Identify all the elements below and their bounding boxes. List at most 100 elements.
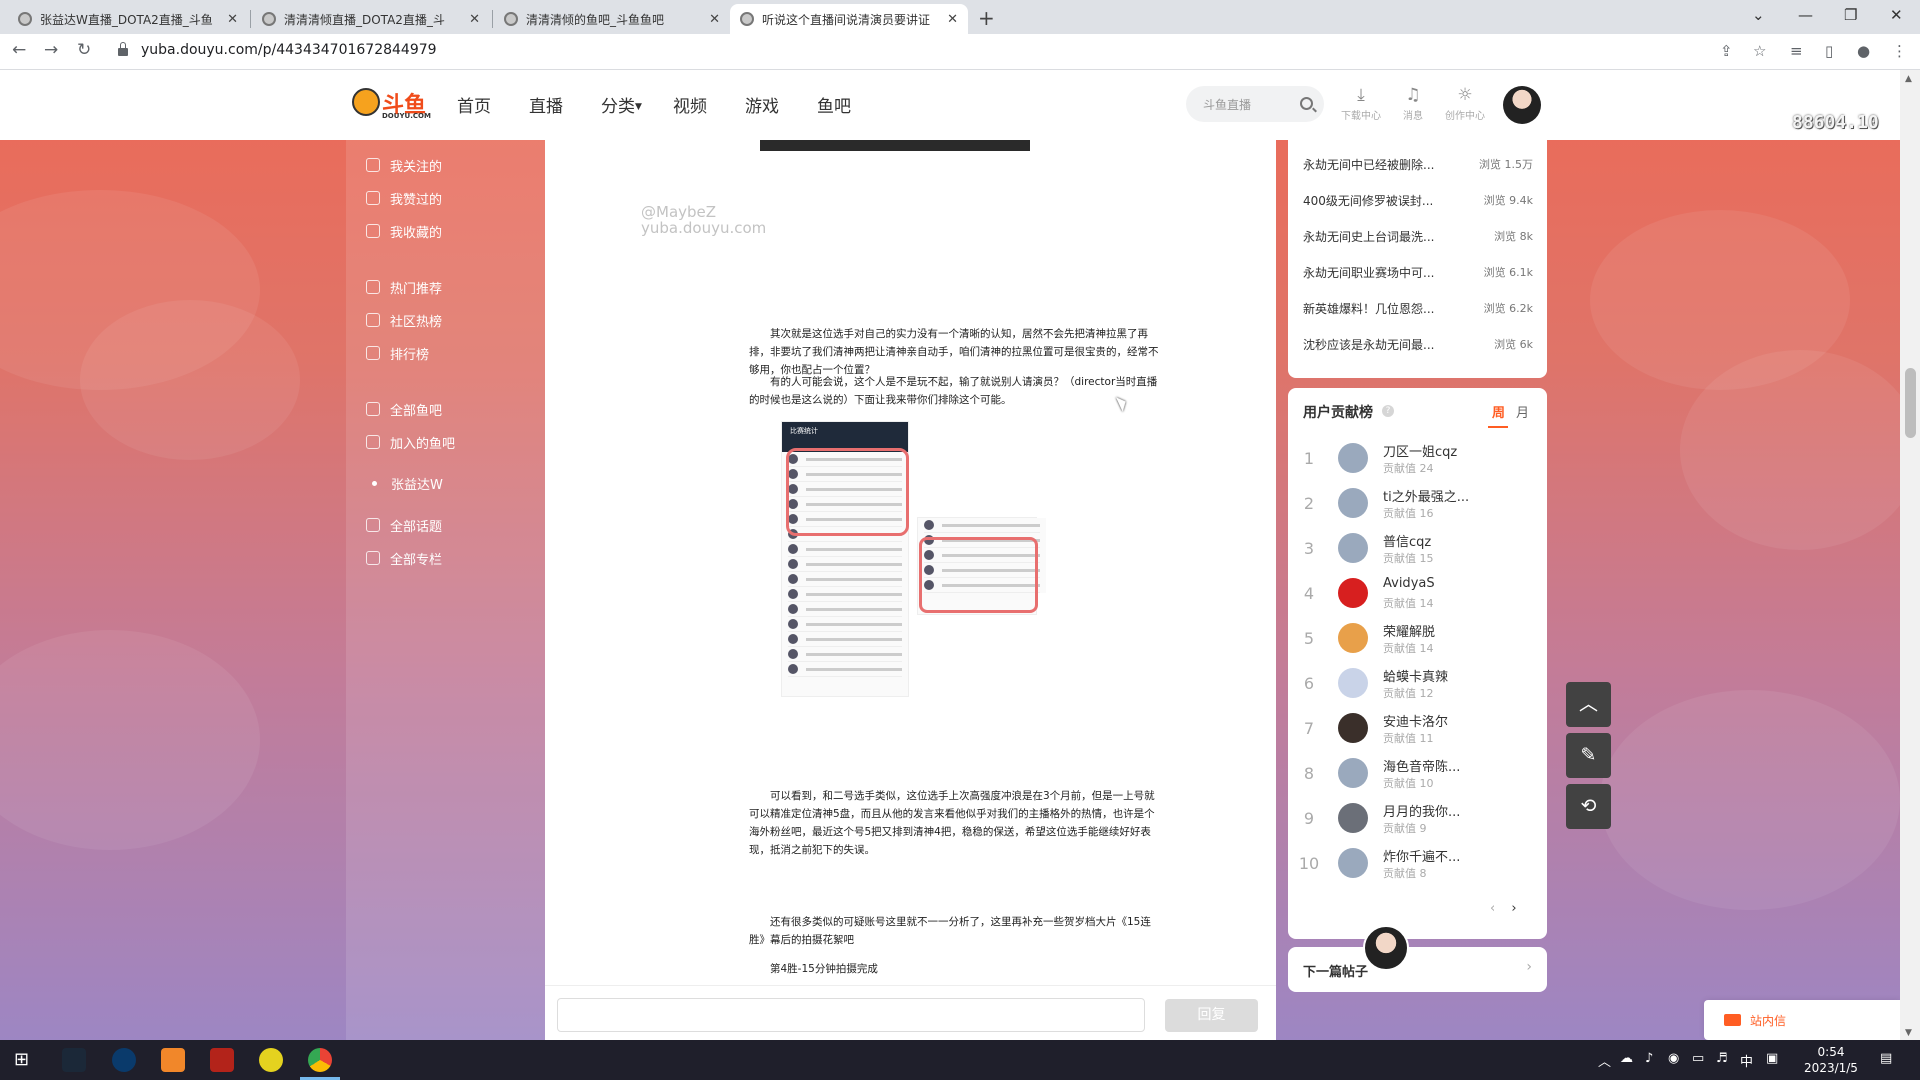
contributor-avatar[interactable] (1338, 488, 1368, 518)
contributor-avatar[interactable] (1338, 668, 1368, 698)
tab-month[interactable]: 月 (1516, 402, 1529, 421)
close-icon[interactable]: ✕ (947, 12, 958, 27)
new-tab-icon[interactable]: + (978, 6, 995, 30)
nav-live[interactable]: 直播 (529, 92, 563, 117)
tab-search-icon[interactable]: ⌄ (1752, 6, 1765, 24)
yuba-avatar[interactable] (1363, 925, 1409, 971)
user-avatar[interactable] (1503, 86, 1541, 124)
sidebar-item-hot[interactable]: 热门推荐 (366, 277, 442, 297)
reading-list-icon[interactable]: ≡ (1790, 42, 1803, 60)
back-to-top-button[interactable]: ︿ (1566, 682, 1611, 727)
site-message-button[interactable]: 站内信 (1704, 1000, 1900, 1040)
contributor-name[interactable]: 海色音帝陈... (1383, 756, 1460, 775)
browser-tab-1[interactable]: 张益达W直播_DOTA2直播_斗鱼 ✕ (8, 4, 248, 34)
contributor-name[interactable]: 安迪卡洛尔 (1383, 711, 1448, 730)
sidebar-item-leaderboard[interactable]: 排行榜 (366, 343, 429, 363)
hot-post-item[interactable]: 永劫无间中已经被删除... 浏览 1.5万 (1303, 156, 1533, 176)
hot-post-item[interactable]: 永劫无间职业赛场中可... 浏览 6.1k (1303, 264, 1533, 284)
sidebar-item-all-yuba[interactable]: 全部鱼吧 (366, 399, 442, 419)
hot-post-item[interactable]: 400级无间修罗被误封... 浏览 9.4k (1303, 192, 1533, 212)
contribution-row[interactable]: 4 AvidyaS 贡献值 14 (1298, 573, 1528, 617)
share-button[interactable]: ⟲ (1566, 784, 1611, 829)
contributor-name[interactable]: 蛤蟆卡真辣 (1383, 666, 1448, 685)
steam-icon[interactable] (62, 1048, 86, 1072)
contributor-avatar[interactable] (1338, 443, 1368, 473)
contribution-row[interactable]: 2 ti之外最强之... 贡献值 16 (1298, 483, 1528, 527)
back-icon[interactable]: ← (12, 40, 26, 60)
sidebar-item-following[interactable]: 我关注的 (366, 155, 442, 175)
contributor-avatar[interactable] (1338, 623, 1368, 653)
douyu-logo[interactable]: 斗鱼 DOUYU.COM (352, 86, 431, 122)
browser-tab-4-active[interactable]: 听说这个直播间说清演员要讲证 ✕ (730, 4, 968, 34)
contribution-row[interactable]: 5 荣耀解脱 贡献值 14 (1298, 618, 1528, 662)
creator-center[interactable]: ☼ 创作中心 (1443, 86, 1487, 122)
browser-tab-2[interactable]: 清清清倾直播_DOTA2直播_斗 ✕ (252, 4, 490, 34)
prev-page-icon[interactable]: ‹ (1490, 901, 1495, 916)
chrome-icon[interactable] (308, 1048, 332, 1072)
contribution-row[interactable]: 3 普信cqz 贡献值 15 (1298, 528, 1528, 572)
url-field[interactable]: yuba.douyu.com/p/443434701672844979 (141, 42, 437, 58)
system-clock[interactable]: 0:54 2023/1/5 (1802, 1044, 1860, 1076)
microphone-icon[interactable]: ♪ (1645, 1051, 1653, 1066)
contributor-avatar[interactable] (1338, 533, 1368, 563)
contribution-row[interactable]: 9 月月的我你... 贡献值 9 (1298, 798, 1528, 842)
page-scrollbar[interactable] (1900, 70, 1920, 1040)
close-icon[interactable]: ✕ (709, 12, 720, 27)
ime-indicator[interactable]: 中 (1740, 1051, 1753, 1070)
next-page-icon[interactable]: › (1511, 901, 1516, 916)
restore-icon[interactable]: ❐ (1844, 6, 1857, 24)
scroll-up-arrow-icon[interactable]: ▲ (1905, 74, 1912, 84)
contributor-name[interactable]: 荣耀解脱 (1383, 621, 1435, 640)
contributor-name[interactable]: 刀区一姐cqz (1383, 441, 1457, 460)
contribution-row[interactable]: 6 蛤蟆卡真辣 贡献值 12 (1298, 663, 1528, 707)
ime-app-icon[interactable]: ▣ (1766, 1051, 1778, 1066)
contributor-avatar[interactable] (1338, 713, 1368, 743)
download-center[interactable]: ⤓ 下载中心 (1339, 86, 1383, 122)
side-panel-icon[interactable]: ▯ (1825, 42, 1833, 60)
douyu-app-icon[interactable] (161, 1048, 185, 1072)
reload-icon[interactable]: ↻ (77, 40, 91, 60)
nav-yuba[interactable]: 鱼吧 (817, 92, 851, 117)
show-hidden-icons-icon[interactable]: ︿ (1598, 1051, 1611, 1070)
scroll-down-arrow-icon[interactable]: ▼ (1905, 1028, 1912, 1038)
messages[interactable]: ♫ 消息 (1391, 86, 1435, 122)
bookmark-star-icon[interactable]: ☆ (1753, 42, 1766, 60)
contributor-name[interactable]: AvidyaS (1383, 576, 1435, 591)
volume-icon[interactable]: ♬ (1716, 1051, 1728, 1066)
search-box[interactable]: 斗鱼直播 (1186, 86, 1324, 122)
contribution-row[interactable]: 8 海色音帝陈... 贡献值 10 (1298, 753, 1528, 797)
edit-post-button[interactable]: ✎ (1566, 733, 1611, 778)
hot-post-item[interactable]: 永劫无间史上台词最洗... 浏览 8k (1303, 228, 1533, 248)
dota2-icon[interactable] (210, 1048, 234, 1072)
windows-start-icon[interactable]: ⊞ (14, 1049, 29, 1070)
sidebar-item-favorites[interactable]: 我收藏的 (366, 221, 442, 241)
share-page-icon[interactable]: ⇪ (1720, 42, 1733, 60)
nav-category[interactable]: 分类▼ (601, 92, 642, 117)
nav-home[interactable]: 首页 (457, 92, 491, 117)
search-input[interactable]: 斗鱼直播 (1203, 96, 1251, 113)
browser-tab-3[interactable]: 清清清倾的鱼吧_斗鱼鱼吧 ✕ (494, 4, 730, 34)
window-close-icon[interactable]: ✕ (1890, 6, 1903, 24)
contributor-avatar[interactable] (1338, 848, 1368, 878)
minimize-icon[interactable]: — (1798, 6, 1813, 24)
tab-week[interactable]: 周 (1492, 402, 1505, 421)
lock-icon[interactable] (118, 42, 128, 57)
contribution-row[interactable]: 1 刀区一姐cqz 贡献值 24 (1298, 438, 1528, 482)
sidebar-item-all-topics[interactable]: 全部话题 (366, 515, 442, 535)
scrollbar-thumb[interactable] (1905, 368, 1916, 438)
contributor-avatar[interactable] (1338, 758, 1368, 788)
forward-icon[interactable]: → (44, 40, 58, 60)
sidebar-item-zhangyida[interactable]: 张益达W (366, 473, 443, 493)
contribution-row[interactable]: 7 安迪卡洛尔 贡献值 11 (1298, 708, 1528, 752)
sidebar-item-joined-yuba[interactable]: 加入的鱼吧 (366, 432, 455, 452)
menu-dots-icon[interactable]: ⋮ (1892, 42, 1907, 60)
contribution-row[interactable]: 10 炸你千遍不... 贡献值 8 (1298, 843, 1528, 887)
next-post-card[interactable]: 下一篇帖子 › (1288, 947, 1547, 992)
close-icon[interactable]: ✕ (227, 12, 238, 27)
contributor-avatar[interactable] (1338, 803, 1368, 833)
notifications-icon[interactable]: ▤ (1880, 1051, 1892, 1066)
search-icon[interactable] (1300, 97, 1313, 110)
hot-post-item[interactable]: 沈秒应该是永劫无间最... 浏览 6k (1303, 336, 1533, 356)
help-icon[interactable]: ? (1382, 405, 1394, 417)
contributor-name[interactable]: 炸你千遍不... (1383, 846, 1460, 865)
